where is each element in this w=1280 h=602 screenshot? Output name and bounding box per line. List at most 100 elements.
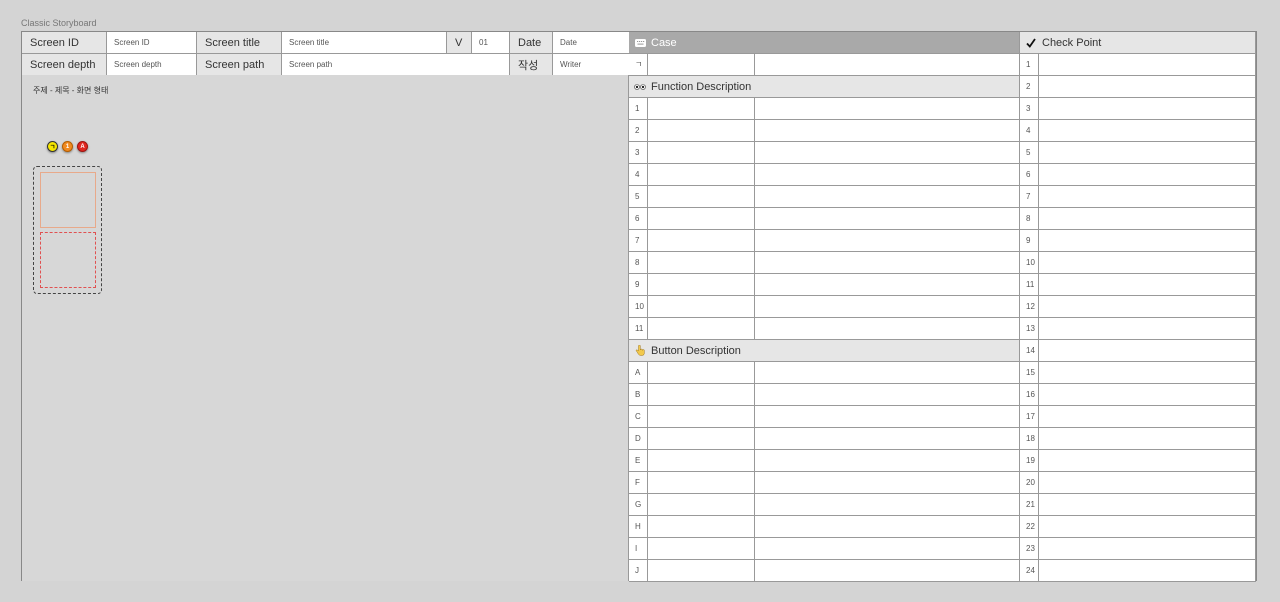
button-row-detail[interactable] bbox=[755, 472, 1020, 494]
function-row-number: 3 bbox=[629, 142, 648, 164]
case-row-detail[interactable] bbox=[755, 54, 1020, 76]
screen-title-field[interactable]: Screen title bbox=[282, 32, 447, 54]
checkpoint-row-field[interactable] bbox=[1039, 516, 1256, 538]
button-header-title: Button Description bbox=[651, 344, 741, 357]
checkpoint-header: Check Point bbox=[1020, 32, 1256, 54]
checkpoint-row-number: 15 bbox=[1020, 362, 1039, 384]
function-row-detail[interactable] bbox=[755, 274, 1020, 296]
checkpoint-row-field[interactable] bbox=[1039, 98, 1256, 120]
function-row-number: 6 bbox=[629, 208, 648, 230]
writer-field[interactable]: Writer bbox=[553, 54, 630, 76]
content-slot[interactable] bbox=[40, 172, 96, 228]
checkpoint-row-field[interactable] bbox=[1039, 362, 1256, 384]
button-row-field[interactable] bbox=[648, 428, 755, 450]
checkpoint-row-field[interactable] bbox=[1039, 76, 1256, 98]
button-row-number: I bbox=[629, 538, 648, 560]
function-row-field[interactable] bbox=[648, 296, 755, 318]
checkpoint-row-field[interactable] bbox=[1039, 428, 1256, 450]
function-row-field[interactable] bbox=[648, 120, 755, 142]
button-row-detail[interactable] bbox=[755, 516, 1020, 538]
function-row-field[interactable] bbox=[648, 142, 755, 164]
function-row-field[interactable] bbox=[648, 164, 755, 186]
button-row-field[interactable] bbox=[648, 406, 755, 428]
function-row-field[interactable] bbox=[648, 252, 755, 274]
checkpoint-row-field[interactable] bbox=[1039, 274, 1256, 296]
function-row-number: 2 bbox=[629, 120, 648, 142]
screen-id-field[interactable]: Screen ID bbox=[107, 32, 197, 54]
function-marker[interactable]: 1 bbox=[62, 141, 73, 152]
checkpoint-row-field[interactable] bbox=[1039, 54, 1256, 76]
checkpoint-row-field[interactable] bbox=[1039, 252, 1256, 274]
button-row-field[interactable] bbox=[648, 472, 755, 494]
function-row-detail[interactable] bbox=[755, 252, 1020, 274]
function-row-detail[interactable] bbox=[755, 318, 1020, 340]
checkpoint-row-field[interactable] bbox=[1039, 142, 1256, 164]
button-row-number: C bbox=[629, 406, 648, 428]
function-row-detail[interactable] bbox=[755, 230, 1020, 252]
button-row-field[interactable] bbox=[648, 362, 755, 384]
device-frame[interactable] bbox=[33, 166, 102, 294]
button-row-detail[interactable] bbox=[755, 538, 1020, 560]
checkpoint-row-field[interactable] bbox=[1039, 318, 1256, 340]
button-row-detail[interactable] bbox=[755, 450, 1020, 472]
function-row-field[interactable] bbox=[648, 208, 755, 230]
checkpoint-row-number: 23 bbox=[1020, 538, 1039, 560]
checkpoint-row-field[interactable] bbox=[1039, 472, 1256, 494]
checkpoint-row-field[interactable] bbox=[1039, 120, 1256, 142]
function-row-field[interactable] bbox=[648, 186, 755, 208]
checkpoint-row-field[interactable] bbox=[1039, 296, 1256, 318]
function-row-number: 5 bbox=[629, 186, 648, 208]
checkpoint-row-field[interactable] bbox=[1039, 186, 1256, 208]
button-row-number: J bbox=[629, 560, 648, 582]
function-row-detail[interactable] bbox=[755, 120, 1020, 142]
checkpoint-row-field[interactable] bbox=[1039, 560, 1256, 582]
button-row-number: G bbox=[629, 494, 648, 516]
function-row-field[interactable] bbox=[648, 98, 755, 120]
screen-path-field[interactable]: Screen path bbox=[282, 54, 510, 76]
checkpoint-row-field[interactable] bbox=[1039, 230, 1256, 252]
function-row-detail[interactable] bbox=[755, 296, 1020, 318]
function-row-detail[interactable] bbox=[755, 164, 1020, 186]
checkpoint-row-field[interactable] bbox=[1039, 340, 1256, 362]
button-row-detail[interactable] bbox=[755, 406, 1020, 428]
function-row-detail[interactable] bbox=[755, 98, 1020, 120]
checkpoint-row-field[interactable] bbox=[1039, 164, 1256, 186]
date-field[interactable]: Date bbox=[553, 32, 630, 54]
content-slot[interactable] bbox=[40, 232, 96, 288]
button-row-detail[interactable] bbox=[755, 428, 1020, 450]
button-row-number: B bbox=[629, 384, 648, 406]
function-row-field[interactable] bbox=[648, 230, 755, 252]
function-row-detail[interactable] bbox=[755, 208, 1020, 230]
button-row-field[interactable] bbox=[648, 560, 755, 582]
button-row-detail[interactable] bbox=[755, 384, 1020, 406]
checkpoint-row-field[interactable] bbox=[1039, 450, 1256, 472]
function-row-field[interactable] bbox=[648, 274, 755, 296]
button-row-field[interactable] bbox=[648, 494, 755, 516]
checkpoint-row-field[interactable] bbox=[1039, 538, 1256, 560]
version-field[interactable]: 01 bbox=[472, 32, 510, 54]
function-row-detail[interactable] bbox=[755, 142, 1020, 164]
button-row-detail[interactable] bbox=[755, 494, 1020, 516]
checkpoint-row-field[interactable] bbox=[1039, 494, 1256, 516]
button-row-number: A bbox=[629, 362, 648, 384]
canvas-title: 주제 - 제목 - 화면 형태 bbox=[33, 86, 109, 95]
screen-depth-field[interactable]: Screen depth bbox=[107, 54, 197, 76]
button-row-field[interactable] bbox=[648, 450, 755, 472]
function-row-detail[interactable] bbox=[755, 186, 1020, 208]
keyboard-icon bbox=[629, 38, 651, 47]
button-row-field[interactable] bbox=[648, 384, 755, 406]
date-label: Date bbox=[510, 32, 553, 54]
button-marker[interactable]: A bbox=[77, 141, 88, 152]
button-row-detail[interactable] bbox=[755, 560, 1020, 582]
checkpoint-row-field[interactable] bbox=[1039, 406, 1256, 428]
button-row-detail[interactable] bbox=[755, 362, 1020, 384]
case-marker[interactable]: ㄱ bbox=[47, 141, 58, 152]
button-row-field[interactable] bbox=[648, 516, 755, 538]
button-row-field[interactable] bbox=[648, 538, 755, 560]
checkpoint-row-number: 9 bbox=[1020, 230, 1039, 252]
screen-canvas[interactable]: 주제 - 제목 - 화면 형태 ㄱ 1 A bbox=[22, 75, 629, 581]
function-row-field[interactable] bbox=[648, 318, 755, 340]
checkpoint-row-field[interactable] bbox=[1039, 208, 1256, 230]
case-row-field[interactable] bbox=[648, 54, 755, 76]
checkpoint-row-field[interactable] bbox=[1039, 384, 1256, 406]
